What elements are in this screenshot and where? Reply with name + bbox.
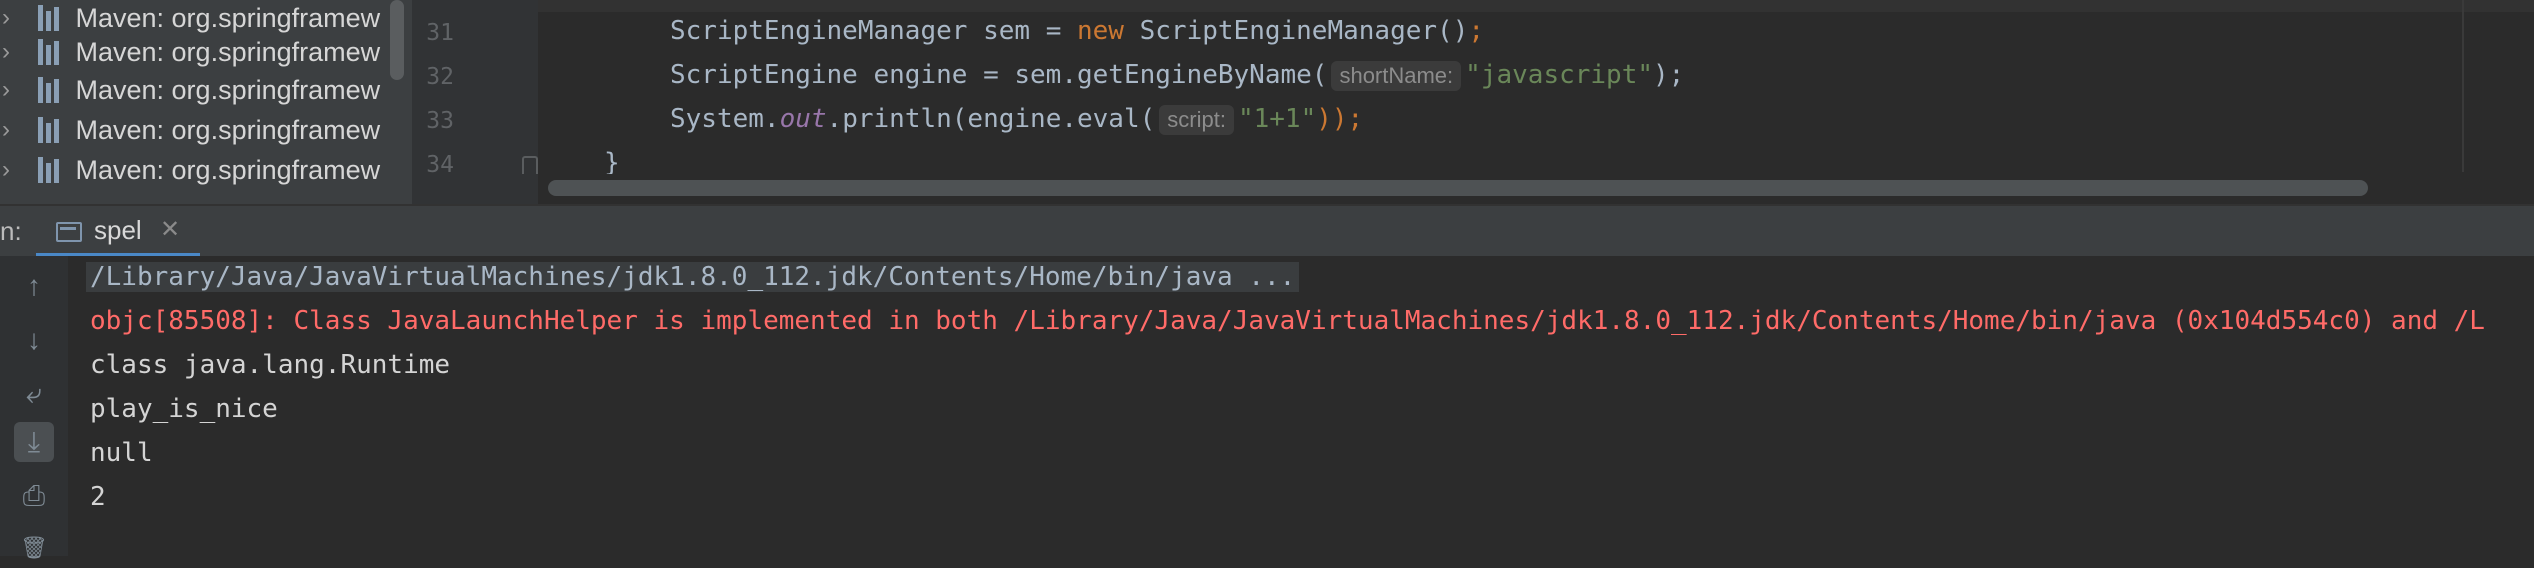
console-line[interactable]: /Library/Java/JavaVirtualMachines/jdk1.8… — [86, 262, 1300, 292]
line-number: 32 — [426, 64, 454, 90]
tree-item-label: Maven: org.springframew — [75, 74, 381, 105]
code-line-33: System.out.println(engine.eval(script: "1… — [670, 104, 1364, 135]
console-icon — [56, 222, 82, 242]
chevron-right-icon[interactable]: › — [2, 76, 24, 104]
close-icon[interactable]: ✕ — [160, 215, 180, 244]
tree-item-label: Maven: org.springframew — [75, 114, 381, 145]
project-tree: › Maven: org.springframew › Maven: org.s… — [0, 0, 412, 204]
line-number-gutter: 31 32 33 34 — [412, 0, 538, 204]
tree-item[interactable]: › Maven: org.springframew — [0, 148, 412, 192]
library-icon — [37, 5, 66, 31]
run-label: n: — [0, 216, 22, 246]
console-line: play_is_nice — [90, 394, 278, 424]
console-line: null — [90, 438, 153, 468]
library-icon — [37, 157, 66, 183]
fold-icon[interactable] — [522, 156, 538, 174]
console-toolbar: ↑ ↓ ⤶ ⤓ ⎙ 🗑 — [0, 256, 68, 560]
console-line: class java.lang.Runtime — [90, 350, 451, 380]
soft-wrap-icon[interactable]: ⤶ — [14, 374, 54, 414]
console-line: objc[85508]: Class JavaLaunchHelper is i… — [90, 306, 2485, 336]
parameter-hint: shortName: — [1331, 61, 1462, 91]
parameter-hint: script: — [1159, 105, 1234, 135]
line-number: 33 — [426, 108, 454, 134]
code-line-32: ScriptEngine engine = sem.getEngineByNam… — [670, 60, 1685, 91]
chevron-right-icon[interactable]: › — [2, 156, 24, 184]
tab-label: spel — [94, 215, 142, 245]
editor-horizontal-scrollbar[interactable] — [548, 180, 2368, 196]
line-number: 31 — [426, 20, 454, 46]
up-arrow-icon[interactable]: ↑ — [14, 266, 54, 306]
tree-item-label: Maven: org.springframew — [75, 154, 381, 185]
line-number: 34 — [426, 152, 454, 178]
code-line-31: ScriptEngineManager sem = new ScriptEngi… — [670, 16, 1484, 46]
chevron-right-icon[interactable]: › — [2, 116, 24, 144]
down-arrow-icon[interactable]: ↓ — [14, 320, 54, 360]
library-icon — [37, 117, 66, 143]
library-icon — [37, 39, 66, 65]
console-line: 2 — [90, 482, 106, 512]
library-icon — [37, 77, 66, 103]
run-toolwindow-header: n: spel ✕ — [0, 204, 2534, 258]
console-output[interactable]: ↑ ↓ ⤶ ⤓ ⎙ 🗑 /Library/Java/JavaVirtualMac… — [0, 256, 2534, 560]
tree-item-label: Maven: org.springframew — [75, 2, 381, 33]
tab-spel[interactable]: spel ✕ — [36, 206, 200, 258]
editor-divider — [538, 0, 2534, 12]
right-margin-guide — [2462, 0, 2464, 172]
tree-item[interactable]: › Maven: org.springframew — [0, 68, 412, 112]
tree-item[interactable]: › Maven: org.springframew — [0, 108, 412, 152]
code-editor[interactable]: 31 32 33 34 ScriptEngineManager sem = ne… — [412, 0, 2534, 204]
tree-item-label: Maven: org.springframew — [75, 36, 381, 67]
chevron-right-icon[interactable]: › — [2, 4, 24, 32]
chevron-right-icon[interactable]: › — [2, 38, 24, 66]
print-icon[interactable]: ⎙ — [14, 476, 54, 516]
scroll-to-end-icon[interactable]: ⤓ — [14, 422, 54, 462]
trash-icon[interactable]: 🗑 — [14, 528, 54, 568]
tree-scrollbar[interactable] — [390, 0, 404, 80]
